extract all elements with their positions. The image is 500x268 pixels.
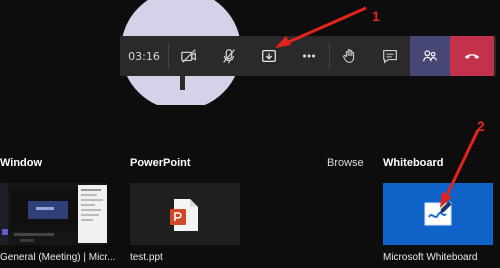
mic-off-icon	[223, 49, 235, 64]
call-controls-bar: 03:16	[120, 36, 496, 76]
browse-link[interactable]: Browse	[327, 157, 364, 169]
more-actions-button[interactable]	[289, 36, 329, 76]
section-title-window: Window	[0, 157, 43, 169]
window-preview-image	[0, 183, 107, 245]
ppt-file-icon	[170, 199, 198, 231]
share-tray-icon	[262, 49, 276, 63]
leave-call-button[interactable]	[450, 36, 494, 76]
raise-hand-button[interactable]	[330, 36, 370, 76]
section-title-whiteboard: Whiteboard	[383, 157, 444, 169]
mic-toggle-button[interactable]	[209, 36, 249, 76]
people-icon	[423, 50, 437, 62]
share-content-button[interactable]	[249, 36, 289, 76]
chat-icon	[383, 50, 397, 64]
whiteboard-share-thumbnail[interactable]	[383, 183, 493, 245]
camera-toggle-button[interactable]	[169, 36, 209, 76]
camera-off-icon	[181, 49, 196, 63]
participants-button[interactable]	[410, 36, 450, 76]
annotation-number-1: 1	[372, 8, 380, 24]
call-timer: 03:16	[128, 49, 160, 63]
window-caption: General (Meeting) | Micr...	[0, 252, 116, 263]
annotation-number-2: 2	[477, 118, 485, 134]
raise-hand-icon	[343, 49, 355, 63]
powerpoint-share-thumbnail[interactable]	[130, 183, 240, 245]
chat-button[interactable]	[370, 36, 410, 76]
hang-up-icon	[464, 54, 480, 59]
whiteboard-caption: Microsoft Whiteboard	[383, 252, 478, 263]
whiteboard-app-icon	[424, 200, 453, 226]
more-icon	[303, 54, 315, 58]
section-title-powerpoint: PowerPoint	[130, 157, 191, 169]
window-share-thumbnail[interactable]	[0, 183, 107, 245]
ppt-caption: test.ppt	[130, 252, 163, 263]
